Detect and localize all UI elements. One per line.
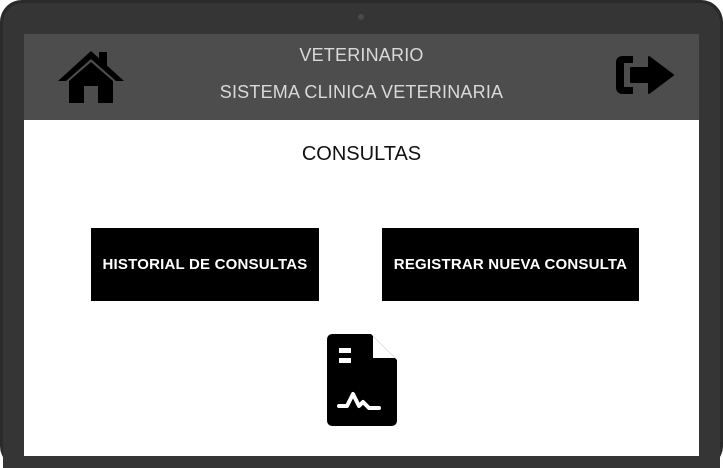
section-title: CONSULTAS [301,143,422,165]
sign-out-icon [616,56,674,94]
app-name: VETERINARIO [299,45,424,65]
app-header: VETERINARIO SISTEMA CLINICA VETERINARIA [24,34,699,120]
system-name: SISTEMA CLINICA VETERINARIA [219,82,504,102]
camera-dot [358,14,364,20]
app-screen: VETERINARIO SISTEMA CLINICA VETERINARIA … [24,34,699,456]
historial-consultas-button[interactable]: HISTORIAL DE CONSULTAS [91,228,319,301]
document-signature-icon [327,334,397,427]
device-frame: VETERINARIO SISTEMA CLINICA VETERINARIA … [0,0,723,468]
registrar-nueva-consulta-button[interactable]: REGISTRAR NUEVA CONSULTA [382,228,639,301]
logout-button[interactable] [613,52,675,98]
